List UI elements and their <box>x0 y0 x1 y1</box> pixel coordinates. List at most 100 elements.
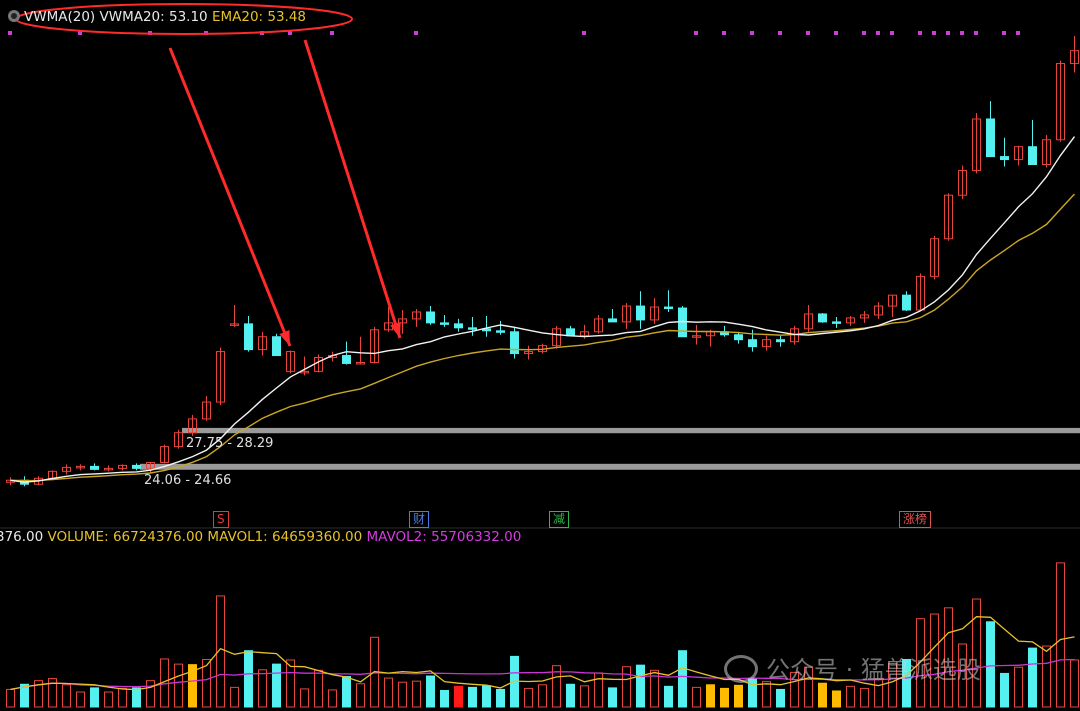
candle-body <box>566 328 575 337</box>
volume-bar <box>174 663 183 708</box>
watermark-text: 公众号 · 猛兽派选股 <box>766 656 981 684</box>
volume-bar <box>664 685 673 708</box>
event-dot <box>932 31 936 35</box>
candle-body <box>426 311 435 324</box>
settings-gear-icon[interactable] <box>8 10 20 22</box>
candle-body <box>244 323 253 351</box>
candle-body <box>678 307 687 338</box>
volume-bar <box>62 684 71 708</box>
candlestick-chart <box>0 3 1080 708</box>
event-dot <box>722 31 726 35</box>
volume-bar <box>454 685 463 708</box>
volume-legend: 376.00 VOLUME: 66724376.00 MAVOL1: 64659… <box>0 529 521 545</box>
volume-bar <box>1070 659 1079 708</box>
volume-bar <box>776 688 785 708</box>
volume-bar <box>482 685 491 708</box>
candle-body <box>510 331 519 355</box>
candle-body <box>440 322 449 325</box>
event-tag-reduce[interactable]: 减 <box>549 511 570 528</box>
annotation-arrow <box>168 47 292 347</box>
candle-body <box>496 330 505 333</box>
mavol1-value: 64659360.00 <box>272 529 363 545</box>
event-dot <box>890 31 894 35</box>
event-tag-gainers[interactable]: 涨榜 <box>899 511 932 528</box>
volume-bar <box>426 675 435 708</box>
volume-bar <box>272 663 281 708</box>
candle-body <box>90 465 99 470</box>
watermark: 公众号 · 猛兽派选股 <box>724 650 981 685</box>
event-dot <box>8 31 12 35</box>
volume-bar <box>328 689 337 708</box>
volume-bar <box>1000 672 1009 708</box>
volume-bar <box>622 666 631 708</box>
annotation-arrow <box>303 39 402 339</box>
candle-body <box>986 118 995 158</box>
event-dot <box>778 31 782 35</box>
event-dot <box>876 31 880 35</box>
volume-bar <box>846 685 855 708</box>
volume-bar <box>440 689 449 708</box>
volume-bar <box>860 687 869 708</box>
level-label-lower: 24.06 - 24.66 <box>144 472 232 488</box>
volume-bar <box>342 676 351 708</box>
volume-bar <box>496 688 505 708</box>
candle-body <box>776 339 785 343</box>
volume-bar <box>636 664 645 708</box>
candle-body <box>902 294 911 311</box>
indicator-name: VWMA(20) <box>24 9 96 25</box>
vwma-label: VWMA20: <box>99 9 165 25</box>
volume-bar <box>244 650 253 708</box>
volume-bar <box>230 686 239 708</box>
event-tag-finance[interactable]: 财 <box>409 511 430 528</box>
candle-body <box>734 334 743 341</box>
volume-bar <box>76 691 85 708</box>
event-dot <box>862 31 866 35</box>
candle-body <box>132 464 141 469</box>
volume-cut-prefix: 376.00 <box>0 529 44 545</box>
event-dot <box>694 31 698 35</box>
candle-body <box>468 327 477 330</box>
volume-bar <box>384 677 393 708</box>
mavol2-label: MAVOL2: <box>366 529 427 545</box>
event-dot <box>330 31 334 35</box>
candle-body <box>818 313 827 323</box>
volume-bar <box>832 690 841 708</box>
volume-bar <box>692 686 701 708</box>
candle-body <box>832 321 841 324</box>
volume-bar <box>356 683 365 708</box>
volume-bar <box>104 691 113 708</box>
volume-bar <box>90 687 99 708</box>
volume-bar <box>6 688 15 708</box>
event-tag-s[interactable]: S <box>213 511 229 528</box>
volume-bar <box>762 681 771 708</box>
event-dot <box>960 31 964 35</box>
price-legend: VWMA(20) VWMA20: 53.10 EMA20: 53.48 <box>8 9 306 25</box>
candle-body <box>1028 146 1037 166</box>
event-dot <box>582 31 586 35</box>
volume-bar <box>524 687 533 708</box>
candle-body <box>342 355 351 364</box>
volume-bar <box>314 669 323 708</box>
volume-bar <box>608 687 617 708</box>
volume-bar <box>132 687 141 708</box>
ema20-line <box>10 193 1076 482</box>
volume-label: VOLUME: <box>47 529 109 545</box>
volume-bar <box>1028 647 1037 708</box>
candle-body <box>608 318 617 323</box>
volume-bar <box>818 682 827 708</box>
event-dot <box>974 31 978 35</box>
volume-bar <box>720 687 729 708</box>
volume-bar <box>566 683 575 708</box>
volume-bar <box>1014 666 1023 708</box>
event-dot <box>750 31 754 35</box>
volume-bar <box>734 684 743 708</box>
volume-bar <box>1042 645 1051 708</box>
candle-body <box>664 306 673 310</box>
ema-label: EMA20: <box>211 9 264 25</box>
candle-body <box>1000 156 1009 161</box>
volume-bar <box>986 621 995 708</box>
event-dot <box>918 31 922 35</box>
volume-bar <box>412 680 421 708</box>
vwma-value: 53.10 <box>168 9 208 25</box>
volume-bar <box>398 681 407 708</box>
